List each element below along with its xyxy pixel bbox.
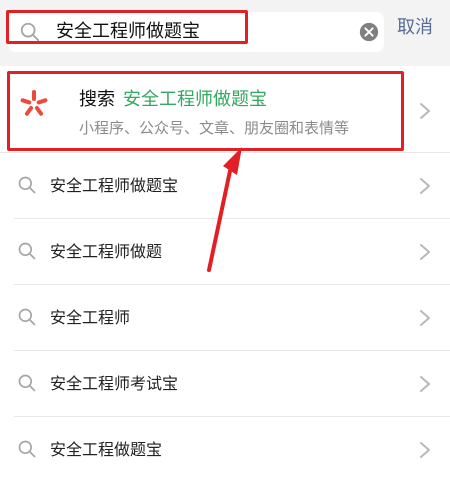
history-item-label: 安全工程师考试宝 bbox=[50, 374, 179, 393]
history-item[interactable]: 安全工程师考试宝 bbox=[0, 351, 450, 417]
chevron-right-icon bbox=[420, 310, 430, 326]
chevron-right-icon bbox=[420, 244, 430, 260]
search-icon bbox=[18, 440, 36, 458]
search-page: 安全工程师做题宝 取消 搜索 安全工程师做题宝 小程序、公众号、文章、朋友圈和表情… bbox=[0, 0, 450, 486]
history-item-label: 安全工程师做题宝 bbox=[50, 176, 179, 195]
cancel-button[interactable]: 取消 bbox=[397, 16, 433, 40]
search-icon bbox=[18, 242, 36, 260]
search-icon bbox=[18, 176, 36, 194]
chevron-right-icon bbox=[420, 103, 430, 119]
red-up-arrow-icon bbox=[207, 147, 242, 272]
chevron-right-icon bbox=[420, 376, 430, 392]
chevron-right-icon bbox=[420, 178, 430, 194]
history-item-label: 安全工程师 bbox=[50, 308, 131, 327]
history-item[interactable]: 安全工程做题宝 bbox=[0, 417, 450, 483]
history-item[interactable]: 安全工程师 bbox=[0, 285, 450, 351]
search-icon bbox=[18, 374, 36, 392]
search-highlight-box bbox=[6, 10, 248, 44]
history-item-label: 安全工程做题宝 bbox=[50, 440, 163, 459]
history-item-label: 安全工程师做题 bbox=[50, 242, 163, 261]
suggestion-highlight-box bbox=[7, 71, 404, 151]
chevron-right-icon bbox=[420, 442, 430, 458]
search-icon bbox=[18, 308, 36, 326]
clear-icon[interactable] bbox=[358, 21, 380, 43]
